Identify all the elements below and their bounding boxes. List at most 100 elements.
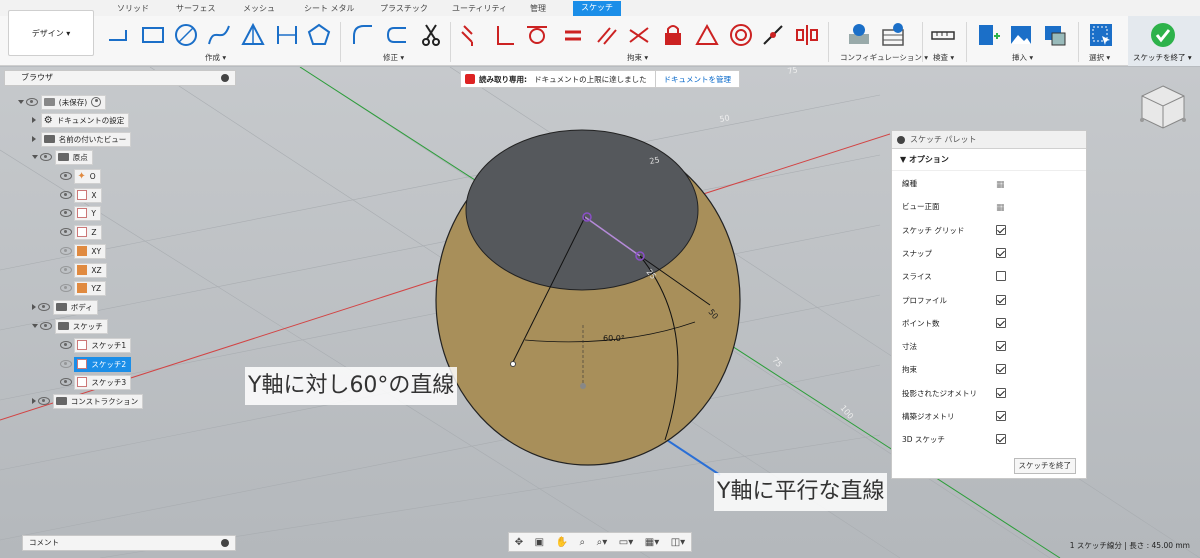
visibility-eye-icon[interactable] (60, 172, 72, 180)
tab-sketch[interactable]: スケッチ (573, 1, 621, 16)
browser-item-origin-point[interactable]: ✦ O (60, 168, 101, 184)
palette-option-checkbox[interactable] (996, 434, 1006, 445)
look-at-icon[interactable]: ▦ (996, 201, 1006, 213)
visibility-eye-icon[interactable] (38, 397, 51, 405)
browser-item-origin[interactable]: 原点 (32, 149, 93, 165)
orbit-icon[interactable]: ✥ (515, 537, 523, 548)
visibility-eye-icon[interactable] (60, 228, 72, 236)
browser-item-z-axis[interactable]: Z (60, 224, 102, 240)
browser-item-xz-plane[interactable]: XZ (60, 262, 107, 278)
browser-item-document-settings[interactable]: ⚙ ドキュメントの設定 (32, 112, 130, 128)
rectangle-tool-icon[interactable] (140, 22, 166, 48)
browser-item-bodies[interactable]: ボディ (32, 299, 98, 315)
visibility-eye-icon[interactable] (40, 153, 53, 161)
visibility-eye-icon[interactable] (60, 209, 72, 217)
palette-option-checkbox[interactable] (996, 247, 1006, 258)
visibility-eye-icon[interactable] (60, 341, 72, 349)
collinear-constraint-icon[interactable] (626, 22, 652, 48)
tab-mesh[interactable]: メッシュ (243, 3, 275, 14)
active-radio-icon[interactable] (91, 97, 102, 107)
palette-option-checkbox[interactable] (996, 411, 1006, 421)
grid-settings-icon[interactable]: ▦▾ (645, 537, 659, 548)
browser-item-xy-plane[interactable]: XY (60, 243, 107, 259)
expand-arrow-icon[interactable] (32, 398, 36, 404)
pan-hand-icon[interactable]: ✋ (556, 537, 568, 548)
configuration-icon[interactable] (846, 22, 872, 48)
coincident-constraint-icon[interactable] (458, 22, 484, 48)
line-type-icon[interactable]: ▦ (996, 178, 1006, 190)
line-tool-icon[interactable] (106, 22, 132, 48)
inspect-menu[interactable]: 検査 ▾ (933, 52, 954, 63)
palette-option-checkbox[interactable] (996, 294, 1006, 305)
equal-constraint-icon[interactable] (560, 22, 586, 48)
visibility-eye-icon[interactable] (26, 98, 39, 106)
create-menu[interactable]: 作成 ▾ (205, 52, 226, 63)
visibility-eye-icon[interactable] (60, 191, 72, 199)
browser-item-sketch2[interactable]: スケッチ2 (60, 356, 132, 372)
offset-tool-icon[interactable] (384, 22, 410, 48)
visibility-eye-icon[interactable] (60, 266, 72, 274)
browser-item-sketches[interactable]: スケッチ (32, 318, 108, 334)
finish-sketch-button[interactable]: スケッチを終了 ▾ (1133, 52, 1192, 63)
browser-item-y-axis[interactable]: Y (60, 205, 101, 221)
finish-sketch-check-icon[interactable] (1150, 22, 1176, 48)
select-window-icon[interactable] (1088, 22, 1114, 48)
design-workspace-button[interactable]: デザイン ▾ (8, 10, 94, 56)
configuration-table-icon[interactable] (880, 22, 906, 48)
look-at-icon[interactable]: ▣ (535, 537, 544, 548)
manage-documents-link[interactable]: ドキュメントを管理 (654, 71, 740, 87)
expand-arrow-icon[interactable] (32, 304, 36, 310)
palette-option-checkbox[interactable] (996, 364, 1006, 375)
visibility-eye-icon[interactable] (40, 322, 53, 330)
palette-option-checkbox[interactable] (996, 317, 1006, 328)
measure-ruler-icon[interactable] (930, 22, 956, 48)
select-menu[interactable]: 選択 ▾ (1089, 52, 1110, 63)
tab-surface[interactable]: サーフェス (176, 3, 216, 14)
modify-menu[interactable]: 修正 ▾ (383, 52, 404, 63)
browser-item-named-views[interactable]: 名前の付いたビュー (32, 131, 132, 147)
tangent-constraint-icon[interactable] (524, 22, 550, 48)
fillet-tool-icon[interactable] (350, 22, 376, 48)
configuration-menu[interactable]: コンフィギュレーション ▾ (840, 52, 928, 63)
options-section-toggle[interactable]: ▼ オプション (892, 149, 1086, 171)
dimension-tool-icon[interactable] (274, 22, 300, 48)
browser-minimize-icon[interactable] (221, 74, 229, 82)
triangle-tool-icon[interactable] (240, 22, 266, 48)
expand-arrow-icon[interactable] (32, 155, 38, 159)
parallel-constraint-icon[interactable] (594, 22, 620, 48)
sketch-palette-header[interactable]: スケッチ パレット (892, 131, 1086, 149)
visibility-eye-icon[interactable] (60, 284, 72, 292)
tab-sheet-metal[interactable]: シート メタル (304, 3, 355, 14)
browser-item-sketch3[interactable]: スケッチ3 (60, 374, 132, 390)
browser-item-yz-plane[interactable]: YZ (60, 280, 107, 296)
expand-arrow-icon[interactable] (32, 117, 36, 123)
palette-finish-sketch-button[interactable]: スケッチを終了 (1013, 458, 1076, 474)
expand-arrow-icon[interactable] (18, 100, 24, 104)
browser-item-root[interactable]: (未保存) (18, 94, 107, 110)
visibility-eye-icon[interactable] (60, 378, 72, 386)
tab-plastic[interactable]: プラスチック (380, 3, 428, 14)
expand-arrow-icon[interactable] (32, 324, 38, 328)
display-settings-icon[interactable]: ▭▾ (619, 537, 633, 548)
browser-item-sketch1[interactable]: スケッチ1 (60, 337, 132, 353)
insert-menu[interactable]: 挿入 ▾ (1012, 52, 1033, 63)
expand-arrow-icon[interactable] (32, 136, 36, 142)
visibility-eye-icon[interactable] (38, 303, 51, 311)
constraints-menu[interactable]: 拘束 ▾ (627, 52, 648, 63)
palette-option-checkbox[interactable] (996, 387, 1006, 398)
visibility-eye-icon[interactable] (60, 360, 72, 368)
fix-lock-icon[interactable] (660, 22, 686, 48)
symmetry-constraint-icon[interactable] (794, 22, 820, 48)
browser-item-construction[interactable]: コンストラクション (32, 393, 144, 409)
midpoint-constraint-icon[interactable] (694, 22, 720, 48)
scissors-trim-icon[interactable] (418, 22, 444, 48)
palette-option-checkbox[interactable] (996, 341, 1006, 352)
polygon-tool-icon[interactable] (306, 22, 332, 48)
browser-panel-header[interactable]: ブラウザ (4, 70, 236, 86)
comments-panel[interactable]: コメント (22, 535, 236, 551)
browser-item-x-axis[interactable]: X (60, 187, 102, 203)
zoom-icon[interactable]: ⌕ (580, 537, 586, 548)
perpendicular-constraint-icon[interactable] (492, 22, 518, 48)
view-cube[interactable] (1136, 82, 1190, 132)
on-point-constraint-icon[interactable] (760, 22, 786, 48)
